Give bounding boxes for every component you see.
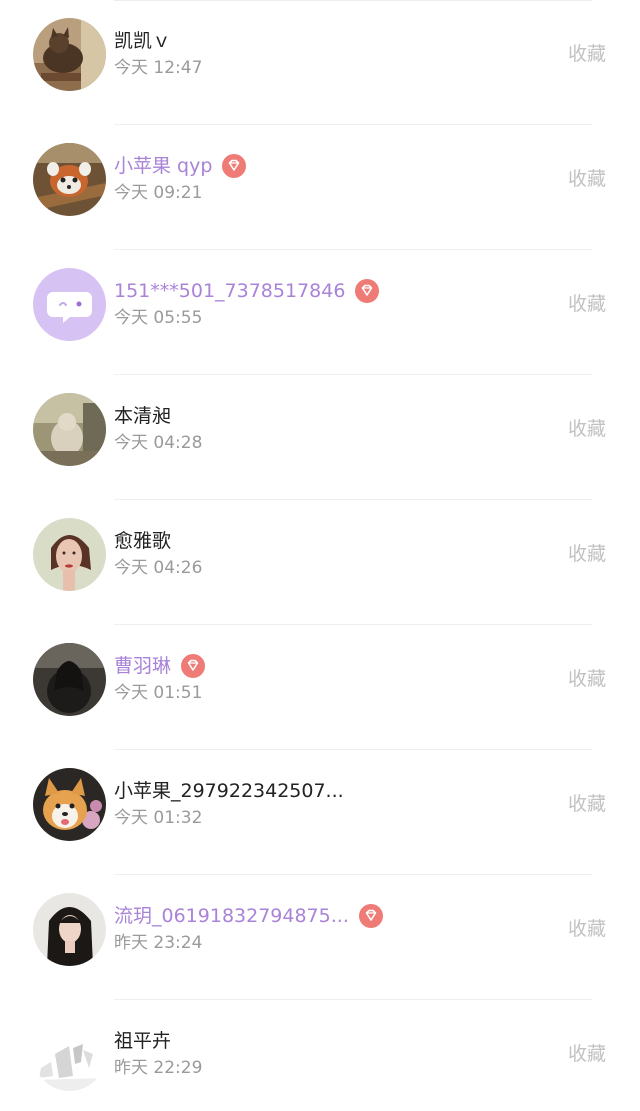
user-avatar[interactable] — [33, 143, 106, 216]
favorite-button[interactable]: 收藏 — [568, 792, 606, 816]
user-name-line: 小苹果 qyp — [114, 153, 247, 179]
user-name-line: 流玥_06191832794875... — [114, 903, 384, 929]
user-name[interactable]: 流玥_06191832794875... — [114, 903, 349, 929]
user-name[interactable]: 151***501_7378517846 — [114, 278, 345, 304]
user-row[interactable]: 凯凯ｖ 今天 12:47 收藏 — [0, 0, 640, 125]
user-row[interactable]: 小苹果_297922342507... 今天 01:32 收藏 — [0, 750, 640, 875]
collection-user-list: 凯凯ｖ 今天 12:47 收藏 小苹果 qyp 今天 09:21 收藏 151***5… — [0, 0, 640, 1111]
user-name-line: 凯凯ｖ — [114, 28, 171, 54]
user-name-line: 本清昶 — [114, 403, 171, 429]
user-avatar[interactable] — [33, 268, 106, 341]
user-name-line: 祖平卉 — [114, 1028, 171, 1054]
user-name[interactable]: 愈雅歌 — [114, 528, 171, 554]
vip-diamond-icon — [354, 278, 380, 304]
user-row[interactable]: 流玥_06191832794875... 昨天 23:24 收藏 — [0, 875, 640, 1000]
visit-time: 今天 01:51 — [114, 683, 203, 703]
visit-time: 今天 04:28 — [114, 433, 203, 453]
favorite-button[interactable]: 收藏 — [568, 667, 606, 691]
user-avatar[interactable] — [33, 893, 106, 966]
visit-time: 今天 01:32 — [114, 808, 203, 828]
favorite-button[interactable]: 收藏 — [568, 292, 606, 316]
user-name[interactable]: 曹羽琳 — [114, 653, 171, 679]
vip-diamond-icon — [221, 153, 247, 179]
user-row[interactable]: 祖平卉昨天 22:29 收藏 — [0, 1000, 640, 1111]
user-row[interactable]: 小苹果 qyp 今天 09:21 收藏 — [0, 125, 640, 250]
user-name[interactable]: 本清昶 — [114, 403, 171, 429]
user-row[interactable]: 愈雅歌今天 04:26 收藏 — [0, 500, 640, 625]
user-name[interactable]: 小苹果 qyp — [114, 153, 212, 179]
user-row[interactable]: 曹羽琳 今天 01:51 收藏 — [0, 625, 640, 750]
visit-time: 今天 12:47 — [114, 58, 203, 78]
user-name[interactable]: 祖平卉 — [114, 1028, 171, 1054]
user-avatar[interactable] — [33, 1018, 106, 1091]
favorite-button[interactable]: 收藏 — [568, 42, 606, 66]
favorite-button[interactable]: 收藏 — [568, 542, 606, 566]
favorite-button[interactable]: 收藏 — [568, 167, 606, 191]
user-name-line: 曹羽琳 — [114, 653, 206, 679]
user-name[interactable]: 凯凯ｖ — [114, 28, 171, 54]
user-row[interactable]: 151***501_7378517846 今天 05:55 收藏 — [0, 250, 640, 375]
vip-diamond-icon — [180, 653, 206, 679]
visit-time: 今天 09:21 — [114, 183, 203, 203]
user-avatar[interactable] — [33, 393, 106, 466]
favorite-button[interactable]: 收藏 — [568, 917, 606, 941]
favorite-button[interactable]: 收藏 — [568, 1042, 606, 1066]
favorite-button[interactable]: 收藏 — [568, 417, 606, 441]
visit-time: 今天 05:55 — [114, 308, 203, 328]
vip-diamond-icon — [358, 903, 384, 929]
visit-time: 昨天 22:29 — [114, 1058, 203, 1078]
user-row[interactable]: 本清昶今天 04:28 收藏 — [0, 375, 640, 500]
user-name-line: 151***501_7378517846 — [114, 278, 380, 304]
user-avatar[interactable] — [33, 643, 106, 716]
visit-time: 昨天 23:24 — [114, 933, 203, 953]
user-name-line: 愈雅歌 — [114, 528, 171, 554]
user-name[interactable]: 小苹果_297922342507... — [114, 778, 344, 804]
user-avatar[interactable] — [33, 768, 106, 841]
user-name-line: 小苹果_297922342507... — [114, 778, 344, 804]
user-avatar[interactable] — [33, 518, 106, 591]
user-avatar[interactable] — [33, 18, 106, 91]
visit-time: 今天 04:26 — [114, 558, 203, 578]
